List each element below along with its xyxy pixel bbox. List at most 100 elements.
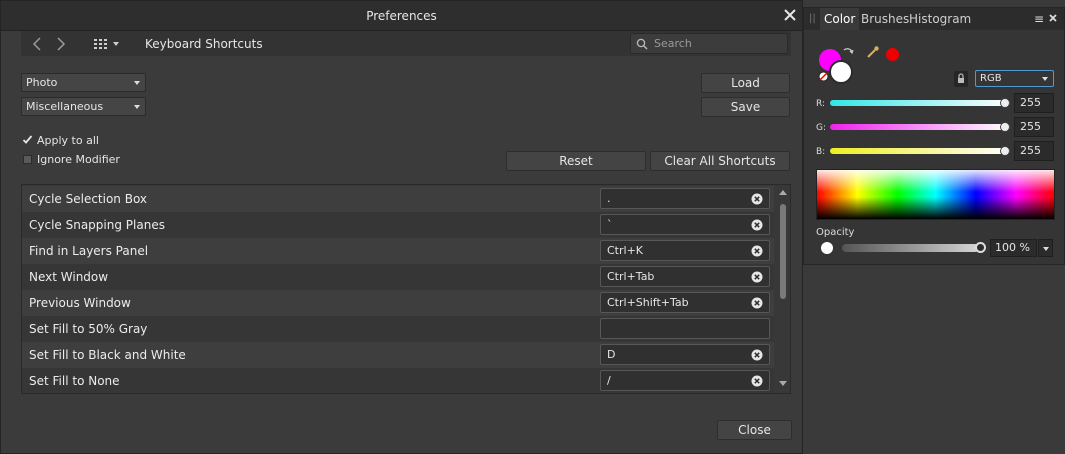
clear-icon[interactable] <box>751 297 763 309</box>
dialog-titlebar[interactable]: Preferences <box>1 1 802 31</box>
color-picker-icon[interactable] <box>866 45 880 59</box>
search-input[interactable] <box>652 36 777 51</box>
close-button[interactable]: Close <box>717 420 792 440</box>
green-slider-handle[interactable] <box>1000 122 1010 132</box>
apply-to-all-checkbox[interactable]: Apply to all <box>22 134 99 147</box>
clear-icon[interactable] <box>751 219 763 231</box>
shortcut-name: Previous Window <box>29 296 131 310</box>
shortcut-row[interactable]: Previous Window Ctrl+Shift+Tab <box>22 290 774 316</box>
shortcut-list: Cycle Selection Box . Cycle Snapping Pla… <box>21 184 791 394</box>
red-slider-handle[interactable] <box>1000 98 1010 108</box>
opacity-value-input[interactable]: 100 % <box>990 239 1037 257</box>
blue-slider-handle[interactable] <box>1000 146 1010 156</box>
shortcut-field[interactable]: / <box>600 370 770 391</box>
preferences-toolbar: Keyboard Shortcuts <box>21 31 791 56</box>
load-button[interactable]: Load <box>701 73 790 93</box>
shortcut-field[interactable]: D <box>600 344 770 365</box>
opacity-dropdown-button[interactable] <box>1038 239 1053 257</box>
shortcut-field[interactable]: Ctrl+K <box>600 240 770 261</box>
forward-button[interactable] <box>49 31 73 56</box>
sections-menu-button[interactable] <box>91 31 129 56</box>
shortcut-name: Next Window <box>29 270 109 284</box>
reset-button[interactable]: Reset <box>506 151 646 171</box>
shortcut-row[interactable]: Find in Layers Panel Ctrl+K <box>22 238 774 264</box>
shortcut-keys: Ctrl+K <box>607 244 644 257</box>
subcategory-value: Miscellaneous <box>26 100 104 113</box>
shortcut-row[interactable]: Next Window Ctrl+Tab <box>22 264 774 290</box>
green-slider[interactable] <box>830 124 1010 130</box>
apply-to-all-label: Apply to all <box>37 134 99 147</box>
shortcut-name: Cycle Selection Box <box>29 192 148 206</box>
clear-icon[interactable] <box>751 271 763 283</box>
color-spectrum[interactable] <box>816 169 1055 220</box>
scroll-up-icon[interactable] <box>779 189 787 197</box>
channel-label-b: B: <box>816 147 826 157</box>
shortcut-row[interactable]: Cycle Snapping Planes ` <box>22 212 774 238</box>
tab-brushes[interactable]: Brushes <box>861 12 909 26</box>
blue-slider[interactable] <box>830 148 1010 154</box>
red-slider[interactable] <box>830 100 1010 106</box>
shortcut-name: Set Fill to 50% Gray <box>29 322 148 336</box>
category-value: Photo <box>26 76 58 89</box>
panel-header: || Color Brushes Histogram ≡ <box>804 8 1064 30</box>
close-icon[interactable] <box>782 7 798 23</box>
green-value-input[interactable]: 255 <box>1014 117 1054 137</box>
chevron-right-icon <box>57 36 66 51</box>
opacity-slider[interactable] <box>842 244 979 252</box>
category-dropdown[interactable]: Photo <box>21 73 146 92</box>
swap-colors-icon[interactable] <box>842 46 854 58</box>
subcategory-dropdown[interactable]: Miscellaneous <box>21 97 146 116</box>
shortcut-row[interactable]: Cycle Selection Box . <box>22 186 774 212</box>
shortcut-keys: Ctrl+Tab <box>607 270 655 283</box>
vertical-scrollbar[interactable] <box>776 185 790 393</box>
color-model-value: RGB <box>980 73 1002 84</box>
shortcut-field[interactable]: Ctrl+Tab <box>600 266 770 287</box>
shortcut-field[interactable]: Ctrl+Shift+Tab <box>600 292 770 313</box>
shortcut-keys: Ctrl+Shift+Tab <box>607 296 689 309</box>
lock-icon[interactable] <box>954 71 968 87</box>
checkbox-box[interactable] <box>23 155 32 164</box>
close-icon[interactable] <box>1047 12 1059 24</box>
shortcut-name: Find in Layers Panel <box>29 244 149 258</box>
clear-icon[interactable] <box>751 349 763 361</box>
save-button[interactable]: Save <box>701 97 790 117</box>
caret-down-icon <box>134 81 140 85</box>
no-color-icon[interactable] <box>818 71 829 82</box>
shortcut-keys: . <box>607 192 611 205</box>
ignore-modifier-checkbox[interactable]: Ignore Modifier <box>23 153 120 166</box>
color-model-dropdown[interactable]: RGB <box>975 70 1054 87</box>
ignore-modifier-label: Ignore Modifier <box>37 153 120 166</box>
shortcut-field[interactable] <box>600 318 770 339</box>
grip-icon[interactable]: || <box>809 13 816 24</box>
tab-histogram[interactable]: Histogram <box>909 12 971 26</box>
clear-all-shortcuts-button[interactable]: Clear All Shortcuts <box>650 151 790 171</box>
recent-color-swatch[interactable] <box>886 48 899 61</box>
scrollbar-thumb[interactable] <box>780 204 786 299</box>
opacity-label: Opacity <box>816 227 855 238</box>
stroke-swatch[interactable] <box>829 60 853 84</box>
shortcut-row[interactable]: Set Fill to Black and White D <box>22 342 774 368</box>
shortcut-row[interactable]: Set Fill to None / <box>22 368 774 393</box>
checkbox-box[interactable] <box>22 135 33 145</box>
section-title: Keyboard Shortcuts <box>145 37 263 51</box>
clear-icon[interactable] <box>751 245 763 257</box>
shortcut-name: Set Fill to Black and White <box>29 348 186 362</box>
shortcut-field[interactable]: . <box>600 188 770 209</box>
shortcut-field[interactable]: ` <box>600 214 770 235</box>
clear-icon[interactable] <box>751 193 763 205</box>
dialog-title: Preferences <box>366 9 437 23</box>
clear-icon[interactable] <box>751 375 763 387</box>
red-value-input[interactable]: 255 <box>1014 93 1054 113</box>
shortcut-name: Set Fill to None <box>29 374 120 388</box>
caret-down-icon <box>113 41 119 46</box>
shortcut-keys: D <box>607 348 616 361</box>
shortcut-row[interactable]: Set Fill to 50% Gray <box>22 316 774 342</box>
scroll-down-icon[interactable] <box>779 379 787 387</box>
back-button[interactable] <box>25 31 49 56</box>
opacity-slider-handle[interactable] <box>975 242 986 253</box>
opacity-preview <box>821 242 833 254</box>
blue-value-input[interactable]: 255 <box>1014 141 1054 161</box>
search-box[interactable] <box>630 33 788 54</box>
panel-menu-icon[interactable]: ≡ <box>1034 12 1044 26</box>
tab-color[interactable]: Color <box>820 8 860 30</box>
